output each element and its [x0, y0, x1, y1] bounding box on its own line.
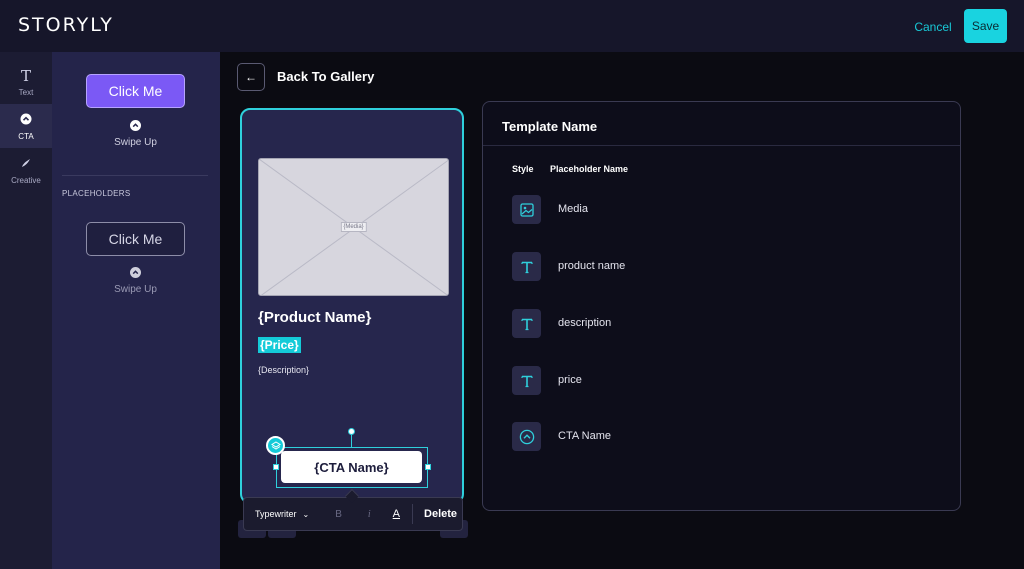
swipe-up-label: Swipe Up [114, 137, 157, 148]
cta-click-me-button[interactable]: Click Me [86, 74, 185, 108]
column-header-placeholder-name: Placeholder Name [550, 164, 629, 174]
panel-divider [62, 175, 208, 176]
placeholders-heading: PLACEHOLDERS [62, 189, 131, 198]
back-to-gallery-link[interactable]: Back To Gallery [277, 69, 374, 84]
placeholder-swipe-up-option[interactable]: Swipe Up [86, 267, 185, 295]
rail-item-cta[interactable]: CTA [0, 104, 52, 148]
placeholder-name: product name [558, 260, 626, 272]
arrow-left-icon: ← [245, 70, 257, 84]
text-icon [512, 366, 541, 395]
rail-item-label: Creative [11, 175, 41, 185]
placeholder-click-me-button[interactable]: Click Me [86, 222, 185, 256]
resize-handle-right[interactable] [425, 464, 431, 470]
component-panel: Click Me Swipe Up PLACEHOLDERS Click Me … [52, 52, 220, 569]
rotate-handle[interactable] [348, 428, 355, 435]
tool-rail: T Text CTA Creative [0, 52, 52, 569]
description-text[interactable]: {Description} [258, 365, 309, 375]
placeholder-name: CTA Name [558, 430, 611, 442]
chevron-down-icon: ⌄ [302, 509, 310, 519]
rail-item-label: Text [18, 87, 34, 97]
product-name-text[interactable]: {Product Name} [258, 309, 371, 326]
placeholder-row-media[interactable]: Media [512, 195, 932, 225]
font-select[interactable]: Typewriter ⌄ [255, 509, 309, 519]
placeholder-row-price[interactable]: price [512, 366, 932, 396]
placeholder-name: Media [558, 203, 588, 215]
placeholder-row-description[interactable]: description [512, 309, 932, 339]
column-header-style: Style [512, 164, 534, 174]
template-panel: Template Name Style Placeholder Name Med… [482, 101, 961, 511]
layers-icon[interactable] [266, 436, 285, 455]
image-icon [512, 195, 541, 224]
placeholder-name: description [558, 317, 612, 329]
toolbar-separator [412, 504, 414, 524]
swipe-up-label: Swipe Up [114, 284, 157, 295]
rail-item-text[interactable]: T Text [0, 60, 52, 104]
cancel-button[interactable]: Cancel [906, 17, 960, 37]
text-icon [512, 309, 541, 338]
media-placeholder[interactable]: {Media} [258, 158, 449, 296]
rail-item-label: CTA [18, 131, 34, 141]
save-button[interactable]: Save [964, 9, 1007, 43]
font-select-value: Typewriter [255, 509, 297, 519]
italic-button[interactable]: i [368, 509, 371, 520]
rotate-stem [351, 434, 352, 447]
template-title: Template Name [502, 119, 598, 134]
text-icon [512, 252, 541, 281]
brush-icon [20, 156, 32, 173]
chevron-up-icon [130, 120, 141, 131]
resize-handle-left[interactable] [273, 464, 279, 470]
placeholder-row-cta-name[interactable]: CTA Name [512, 422, 932, 452]
placeholder-name: price [558, 374, 582, 386]
cta-swipe-up-option[interactable]: Swipe Up [86, 120, 185, 148]
delete-button[interactable]: Delete [424, 508, 457, 520]
storyly-logo: STORYLY [18, 14, 114, 36]
text-format-toolbar: Typewriter ⌄ B i A Delete [243, 497, 463, 531]
price-text[interactable]: {Price} [258, 337, 301, 353]
cta-name-button[interactable]: {CTA Name} [281, 451, 422, 483]
bold-button[interactable]: B [335, 509, 342, 520]
media-tag: {Media} [340, 222, 367, 232]
chevron-up-circle-icon [512, 422, 541, 451]
top-bar: STORYLY Cancel Save [0, 0, 1024, 52]
placeholder-row-product-name[interactable]: product name [512, 252, 932, 282]
text-color-button[interactable]: A [393, 508, 400, 520]
text-icon: T [20, 66, 31, 85]
chevron-up-icon [130, 267, 141, 278]
cta-icon [20, 112, 32, 129]
template-divider [483, 145, 960, 146]
back-button[interactable]: ← [237, 63, 265, 91]
rail-item-creative[interactable]: Creative [0, 148, 52, 192]
